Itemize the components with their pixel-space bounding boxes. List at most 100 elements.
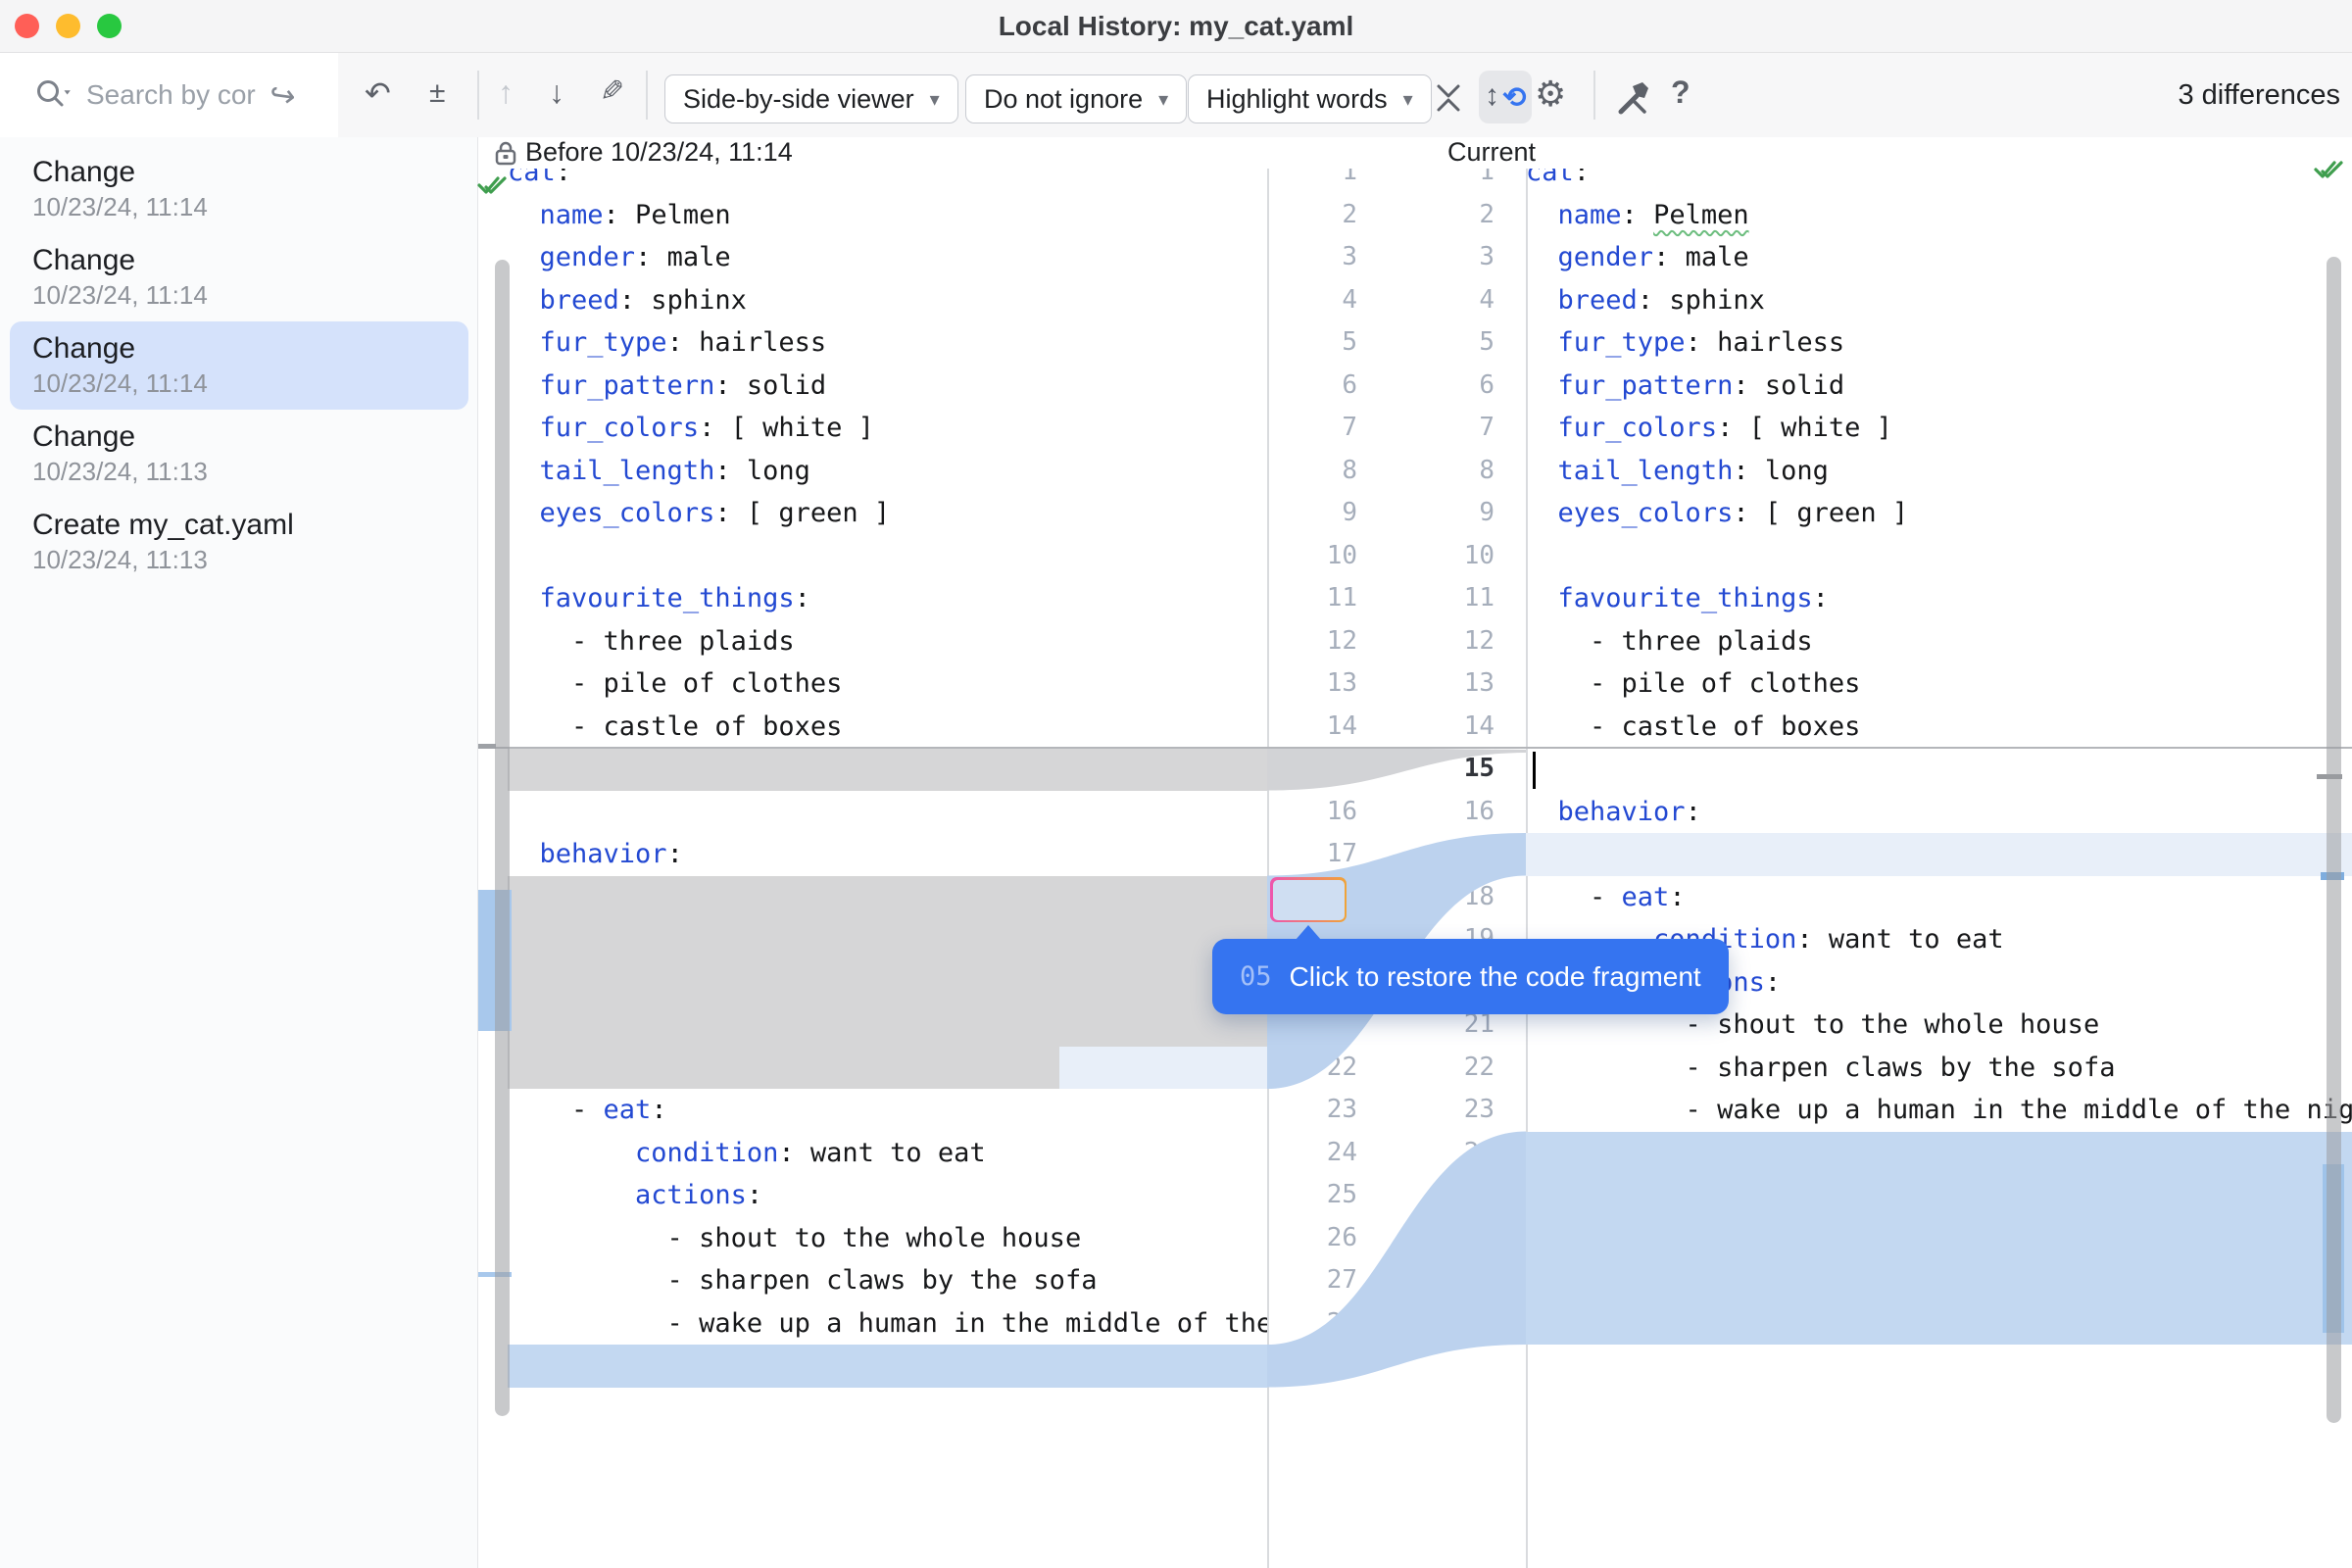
code-line: behavior: (1526, 791, 2352, 834)
chevron-down-icon: ▾ (1158, 87, 1168, 112)
deleted-block-highlight (508, 1047, 1059, 1090)
changed-line-highlight (1526, 833, 2352, 876)
code-line: - three plaids (508, 620, 1267, 663)
code-line: fur_colors: [ white ] (508, 407, 1267, 450)
right-scrollbar[interactable] (2321, 137, 2352, 1568)
code-line: - eat: (508, 1089, 1267, 1132)
differences-count: 3 differences (2178, 53, 2340, 137)
search-placeholder: Search by cor (86, 79, 256, 111)
code-line: breed: sphinx (508, 279, 1267, 322)
code-line: cat: (1526, 169, 2352, 194)
show-diff-icon[interactable]: ± (429, 76, 445, 110)
code-line: fur_pattern: solid (508, 365, 1267, 408)
code-line: fur_type: hairless (1526, 321, 2352, 365)
inserted-block-highlight (1526, 1132, 2352, 1346)
code-line: tail_length: long (508, 450, 1267, 493)
code-line: eyes_colors: [ green ] (508, 492, 1267, 535)
code-line: - shout to the whole house (508, 1217, 1267, 1260)
left-pane-header: Before 10/23/24, 11:14 (525, 137, 793, 169)
code-line: - wake up a human in the middle of the n… (1526, 1089, 2352, 1132)
gear-icon[interactable]: ⚙ (1535, 74, 1566, 115)
history-item[interactable]: Change10/23/24, 11:13 (10, 410, 468, 498)
history-item-date: 10/23/24, 11:13 (32, 543, 468, 576)
code-line: - castle of boxes (508, 706, 1267, 749)
code-line: eyes_colors: [ green ] (1526, 492, 2352, 535)
search-icon (33, 77, 73, 113)
code-line: gender: male (1526, 236, 2352, 279)
code-line: breed: sphinx (1526, 279, 2352, 322)
deleted-block-highlight (508, 876, 1267, 1047)
history-item-label: Create my_cat.yaml (32, 508, 468, 543)
history-item-date: 10/23/24, 11:14 (32, 367, 468, 400)
code-line: - pile of clothes (1526, 662, 2352, 706)
history-item-label: Change (32, 331, 468, 367)
code-line: cat: (508, 169, 1267, 194)
chevron-down-icon: ▾ (930, 87, 940, 112)
restore-chunk-chevron-box[interactable] (1270, 877, 1347, 922)
code-line: - pile of clothes (508, 662, 1267, 706)
up-down-arrow-icon: ↕ (1485, 79, 1499, 113)
previous-difference-icon[interactable]: ↑ (498, 74, 514, 111)
tooltip-arrow (1296, 925, 1321, 940)
history-item-date: 10/23/24, 11:14 (32, 278, 468, 312)
scroll-marker-deleted (478, 744, 496, 749)
revert-icon[interactable]: ↶ (365, 74, 391, 112)
history-item-date: 10/23/24, 11:13 (32, 455, 468, 488)
edit-source-icon[interactable]: ✎ (600, 74, 624, 109)
diff-viewer: Before 10/23/24, 11:14 Current cat: name… (478, 137, 2352, 1568)
toolbar: Search by cor ↩ ↶ ± ↑ ↓ ✎ Side-by-side v… (0, 53, 2352, 137)
code-line: - castle of boxes (1526, 706, 2352, 749)
code-line: - wake up a human in the middle of the n… (508, 1302, 1267, 1346)
code-line (1526, 748, 2352, 791)
code-line (1526, 535, 2352, 578)
code-line: condition: want to eat (508, 1132, 1267, 1175)
no-problems-icon (476, 172, 510, 198)
text-cursor (1533, 752, 1536, 789)
code-line: - sharpen claws by the sofa (508, 1259, 1267, 1302)
history-item[interactable]: Change10/23/24, 11:14 (10, 233, 468, 321)
help-icon[interactable]: ? (1671, 74, 1690, 111)
code-line: actions: (508, 1174, 1267, 1217)
code-line: fur_pattern: solid (1526, 365, 2352, 408)
search-history-icon[interactable]: ↩ (267, 74, 298, 115)
history-item[interactable]: Change10/23/24, 11:14 (10, 321, 468, 410)
next-difference-icon[interactable]: ↓ (549, 74, 564, 111)
history-item-label: Change (32, 155, 468, 190)
code-line: name: Pelmen (508, 194, 1267, 237)
code-line: favourite_things: (1526, 577, 2352, 620)
synchronize-scrolling-button[interactable]: ↕ ⟲ (1479, 71, 1532, 123)
history-item[interactable]: Create my_cat.yaml10/23/24, 11:13 (10, 498, 468, 586)
diff-connector-bands (1267, 137, 1526, 1568)
code-line (508, 791, 1267, 834)
history-item-label: Change (32, 243, 468, 278)
search-input[interactable]: Search by cor ↩ (0, 53, 338, 137)
code-line: tail_length: long (1526, 450, 2352, 493)
viewer-mode-dropdown[interactable]: Side-by-side viewer ▾ (664, 74, 958, 123)
ignore-policy-dropdown[interactable]: Do not ignore ▾ (965, 74, 1187, 123)
deleted-line-highlight (508, 748, 1267, 791)
toolbar-divider (477, 71, 479, 120)
window-titlebar: Local History: my_cat.yaml (0, 0, 2352, 53)
history-item-date: 10/23/24, 11:14 (32, 190, 468, 223)
code-line: fur_colors: [ white ] (1526, 407, 2352, 450)
left-scrollbar[interactable] (478, 137, 508, 1568)
window-title: Local History: my_cat.yaml (0, 0, 2352, 53)
tools-icon[interactable] (1613, 78, 1652, 118)
code-line: - three plaids (1526, 620, 2352, 663)
code-line: gender: male (508, 236, 1267, 279)
collapse-unchanged-icon[interactable] (1431, 80, 1466, 116)
history-item[interactable]: Change10/23/24, 11:14 (10, 145, 468, 233)
deleted-line-marker (478, 747, 2352, 749)
chevron-down-icon: ▾ (1403, 87, 1413, 112)
highlight-mode-dropdown[interactable]: Highlight words ▾ (1188, 74, 1432, 123)
restore-tooltip[interactable]: 05 Click to restore the code fragment (1212, 939, 1729, 1014)
code-line: - sharpen claws by the sofa (1526, 1047, 2352, 1090)
no-problems-icon (2313, 157, 2346, 182)
scrollbar-thumb[interactable] (2327, 257, 2341, 1423)
toolbar-divider (1593, 71, 1595, 120)
code-line: - eat: (1526, 876, 2352, 919)
changed-tail-highlight (1059, 1047, 1268, 1090)
scrollbar-thumb[interactable] (495, 260, 510, 1416)
code-line: name: Pelmen (1526, 194, 2352, 237)
tooltip-text: Click to restore the code fragment (1290, 961, 1701, 993)
